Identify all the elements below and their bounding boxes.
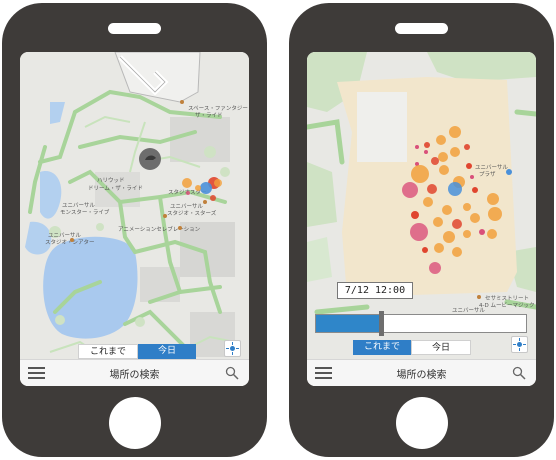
map-label-hollywood-1: ハリウッド <box>97 176 125 184</box>
left-phone-screen: ハリウッド ドリーム・ザ・ライド スタジオスター ユニバーサル モンスター・ライ… <box>20 52 249 386</box>
crosshair-icon <box>513 338 526 351</box>
timeline-handle[interactable] <box>379 311 384 336</box>
map-label-top-2: ザ・ライド <box>195 112 223 119</box>
map-label-plaza-2: プラザ <box>479 171 496 178</box>
bottom-toolbar: 場所の検索 <box>20 359 249 386</box>
locate-button[interactable] <box>511 336 528 353</box>
map-label-universal: ユニバーサル <box>452 307 485 314</box>
map-label-top-1: スペース・ファンタジー <box>188 104 248 112</box>
speaker-slot <box>108 23 161 34</box>
poi-marker <box>506 169 512 175</box>
left-phone-frame: ハリウッド ドリーム・ザ・ライド スタジオスター ユニバーサル モンスター・ライ… <box>2 3 267 457</box>
building <box>170 117 230 162</box>
time-range-toggle: これまで 今日 <box>78 344 196 359</box>
map-label-monster-2: モンスター・ライブ <box>60 208 110 216</box>
bottom-toolbar: 場所の検索 <box>307 359 536 386</box>
search-icon[interactable] <box>225 366 239 380</box>
right-map[interactable]: ユニバーサル プラザ セサミストリート 4-D ムービーマジック ユニバーサル <box>307 52 536 386</box>
home-button[interactable] <box>109 397 161 449</box>
left-map[interactable]: ハリウッド ドリーム・ザ・ライド スタジオスター ユニバーサル モンスター・ライ… <box>20 52 249 386</box>
map-label-lagoon-1: ユニバーサル <box>48 232 81 239</box>
time-range-toggle: これまで 今日 <box>353 340 471 355</box>
search-icon[interactable] <box>512 366 526 380</box>
map-label-animation: アニメーションセレブレーション <box>118 225 201 233</box>
tab-today[interactable]: 今日 <box>411 340 471 355</box>
search-places-label[interactable]: 場所の検索 <box>307 366 536 381</box>
map-label-studio-1: ユニバーサル <box>170 203 203 210</box>
right-phone-screen: ユニバーサル プラザ セサミストリート 4-D ムービーマジック ユニバーサル <box>307 52 536 386</box>
map-label-studio-2: スタジオ・スターズ <box>167 209 217 217</box>
search-places-label[interactable]: 場所の検索 <box>20 366 249 381</box>
timeline-progress-fill <box>316 315 379 332</box>
timeline-slider[interactable] <box>315 311 527 336</box>
tab-today[interactable]: 今日 <box>138 344 196 359</box>
locate-button[interactable] <box>224 340 241 357</box>
home-button[interactable] <box>396 397 448 449</box>
crosshair-icon <box>226 342 239 355</box>
map-label-lagoon-2: スタジオ・シアター <box>45 238 95 246</box>
building <box>357 92 407 162</box>
tab-past[interactable]: これまで <box>353 340 411 355</box>
poi-marker <box>477 295 481 299</box>
speaker-slot <box>395 23 448 34</box>
map-label-cinema-2: 4-D ムービーマジック <box>479 301 534 309</box>
map-label-cinema-1: セサミストリート <box>485 295 529 302</box>
tab-past[interactable]: これまで <box>78 344 138 359</box>
map-label-hollywood-2: ドリーム・ザ・ライド <box>88 185 143 192</box>
time-label: 7/12 12:00 <box>337 282 413 299</box>
map-label-plaza-1: ユニバーサル <box>475 164 508 171</box>
right-phone-frame: ユニバーサル プラザ セサミストリート 4-D ムービーマジック ユニバーサル <box>289 3 554 457</box>
map-label-monster-1: ユニバーサル <box>62 202 95 209</box>
